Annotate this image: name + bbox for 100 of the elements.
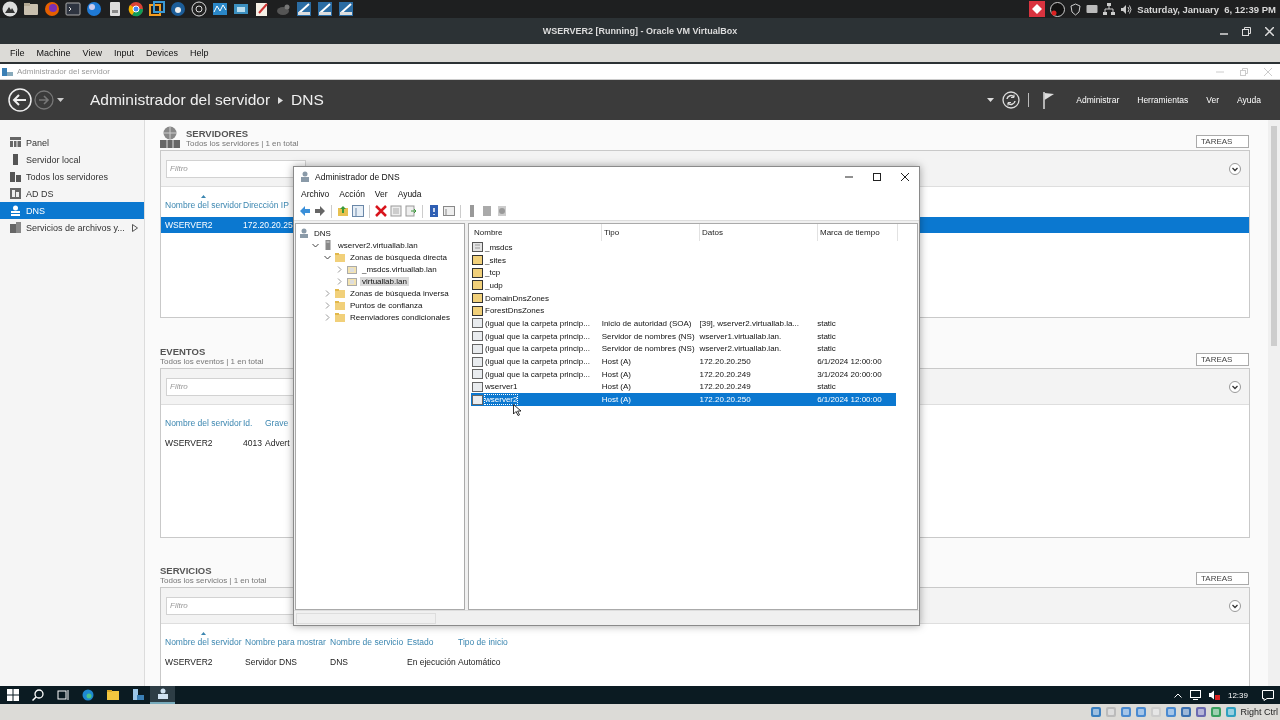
chart-icon[interactable] — [212, 1, 228, 17]
clock[interactable]: 12:39 — [1227, 690, 1248, 700]
menu-item[interactable]: Archivo — [296, 189, 335, 199]
table-row[interactable]: (igual que la carpeta princip... Host (A) 172.20.20.250 6/1/2024 12:00:00 — [471, 355, 896, 368]
table-row[interactable]: _sites — [471, 253, 896, 267]
menu-item[interactable]: Ayuda — [392, 189, 427, 199]
column-header[interactable]: Tipo de inicio — [458, 637, 538, 647]
globe-icon[interactable] — [86, 1, 102, 17]
tasks-button[interactable]: TAREAS — [1196, 572, 1249, 585]
column-header[interactable]: Grave — [265, 418, 291, 428]
menu-item[interactable]: Ver — [1201, 95, 1225, 105]
tree-item[interactable]: virtuallab.lan — [360, 276, 409, 286]
mountain-icon[interactable] — [2, 1, 18, 17]
column-header[interactable]: Dirección IP — [243, 200, 289, 210]
nav-item[interactable]: Servidor local — [0, 151, 144, 168]
shield-icon[interactable] — [1070, 2, 1082, 16]
tree-item[interactable]: DNS — [312, 228, 333, 238]
nav-item[interactable]: Panel — [0, 134, 144, 151]
table-row[interactable]: _udp — [471, 279, 896, 292]
table-row[interactable]: wserver2 Host (A) 172.20.20.250 6/1/2024 12:00:00 — [471, 393, 896, 406]
restore-icon[interactable] — [1242, 26, 1251, 36]
vm-icon[interactable] — [296, 1, 312, 17]
server-icon[interactable] — [496, 205, 508, 217]
tree-item[interactable]: Puntos de confianza — [348, 300, 425, 310]
search-icon[interactable] — [31, 689, 44, 701]
server-manager-icon[interactable] — [131, 689, 144, 701]
monitor-icon[interactable] — [233, 1, 249, 17]
folder-icon[interactable] — [106, 689, 119, 701]
column-header[interactable]: Nombre del servidor — [165, 200, 243, 210]
vm-icon[interactable] — [317, 1, 333, 17]
table-row[interactable]: (igual que la carpeta princip... Host (A) 172.20.20.249 3/1/2024 20:00:00 — [471, 367, 896, 381]
table-row[interactable]: ForestDnsZones — [471, 304, 896, 318]
tree-item[interactable]: _msdcs.virtuallab.lan — [360, 264, 439, 274]
usb-icon[interactable] — [1135, 706, 1148, 718]
menu-item[interactable]: Administrar — [1071, 95, 1125, 105]
caret-icon[interactable] — [987, 97, 995, 103]
column-header[interactable]: Tipo — [602, 224, 700, 241]
table-row[interactable]: wserver1 Host (A) 172.20.20.249 static — [471, 380, 896, 394]
aperture-icon[interactable] — [1050, 1, 1066, 17]
speaker-muted-icon[interactable] — [1208, 690, 1220, 700]
column-header[interactable]: Nombre — [472, 224, 602, 241]
menu-item[interactable]: Ver — [369, 189, 393, 199]
maximize-icon[interactable] — [873, 172, 881, 181]
task-view-icon[interactable] — [56, 689, 69, 701]
console-tree-icon[interactable] — [352, 205, 364, 217]
table-row[interactable]: (igual que la carpeta princip... Servidor de nombres (NS) wserver2.virtuallab.lan. static — [471, 342, 896, 356]
screen-icon[interactable] — [1180, 706, 1193, 718]
collapse-icon[interactable] — [1229, 599, 1241, 612]
nav-item[interactable]: AD DS — [0, 185, 144, 202]
close-icon[interactable] — [901, 172, 909, 181]
column-header[interactable]: Marca de tiempo — [818, 224, 898, 241]
menu-item[interactable]: Help — [183, 48, 215, 58]
keyboard-icon[interactable] — [1086, 4, 1099, 14]
table-row[interactable]: _msdcs — [471, 241, 896, 254]
back-icon[interactable] — [8, 88, 32, 112]
network-icon[interactable] — [1189, 690, 1201, 700]
forward-icon[interactable] — [314, 205, 326, 217]
menu-item[interactable]: Herramientas — [1132, 95, 1194, 105]
nav-item[interactable]: Servicios de archivos y... — [0, 219, 144, 236]
view-icon[interactable] — [443, 205, 455, 217]
collapse-icon[interactable] — [1229, 162, 1241, 175]
menu-item[interactable]: Devices — [139, 48, 184, 58]
delete-icon[interactable] — [375, 205, 387, 217]
tasks-button[interactable]: TAREAS — [1196, 353, 1249, 366]
export-icon[interactable] — [405, 205, 417, 217]
display-icon[interactable] — [1165, 706, 1178, 718]
refresh-icon[interactable] — [1002, 91, 1021, 109]
speaker-icon[interactable] — [1120, 3, 1133, 15]
tree-item[interactable]: wserver2.virtuallab.lan — [336, 240, 420, 250]
notepad-icon[interactable] — [254, 1, 270, 17]
dns-icon[interactable] — [156, 688, 169, 700]
menu-item[interactable]: View — [76, 48, 108, 58]
collapse-icon[interactable] — [1229, 380, 1241, 393]
wheel-icon[interactable] — [128, 1, 144, 17]
tree-item[interactable]: Reenviadores condicionales — [348, 312, 453, 322]
menu-item[interactable]: Machine — [30, 48, 77, 58]
breadcrumb-item[interactable]: Administrador del servidor — [90, 91, 271, 109]
start-icon[interactable] — [6, 689, 19, 701]
browser-icon[interactable] — [81, 689, 94, 701]
tree-item[interactable]: Zonas de búsqueda inversa — [348, 288, 451, 298]
diamond-icon[interactable] — [1029, 1, 1046, 17]
up-folder-icon[interactable] — [337, 205, 349, 217]
table-row[interactable]: WSERVER2 Servidor DNS DNS En ejecución Automático — [161, 654, 1249, 670]
column-header[interactable]: Nombre de servicio — [330, 637, 407, 647]
tasks-button[interactable]: TAREAS — [1196, 135, 1249, 148]
filter-field[interactable]: Filtro — [166, 159, 306, 178]
chevron-up-icon[interactable] — [1173, 692, 1182, 698]
aperture-icon[interactable] — [191, 1, 207, 17]
column-header[interactable]: Id. — [243, 418, 265, 428]
menu-item[interactable]: Input — [107, 48, 140, 58]
scrollbar[interactable] — [1268, 120, 1280, 686]
table-row[interactable]: (igual que la carpeta princip... Inicio de autoridad (SOA) [39], wserver2.virtuallab.la... static — [471, 317, 896, 330]
column-header[interactable]: Estado — [407, 637, 458, 647]
column-header[interactable]: Datos — [700, 224, 818, 241]
recording-icon[interactable] — [1195, 706, 1208, 718]
column-header[interactable]: Nombre del servidor — [165, 418, 243, 428]
window-icon[interactable] — [149, 1, 165, 17]
help-icon[interactable] — [428, 205, 440, 217]
notification-icon[interactable] — [1262, 689, 1274, 701]
nav-item[interactable]: Todos los servidores — [0, 168, 144, 185]
